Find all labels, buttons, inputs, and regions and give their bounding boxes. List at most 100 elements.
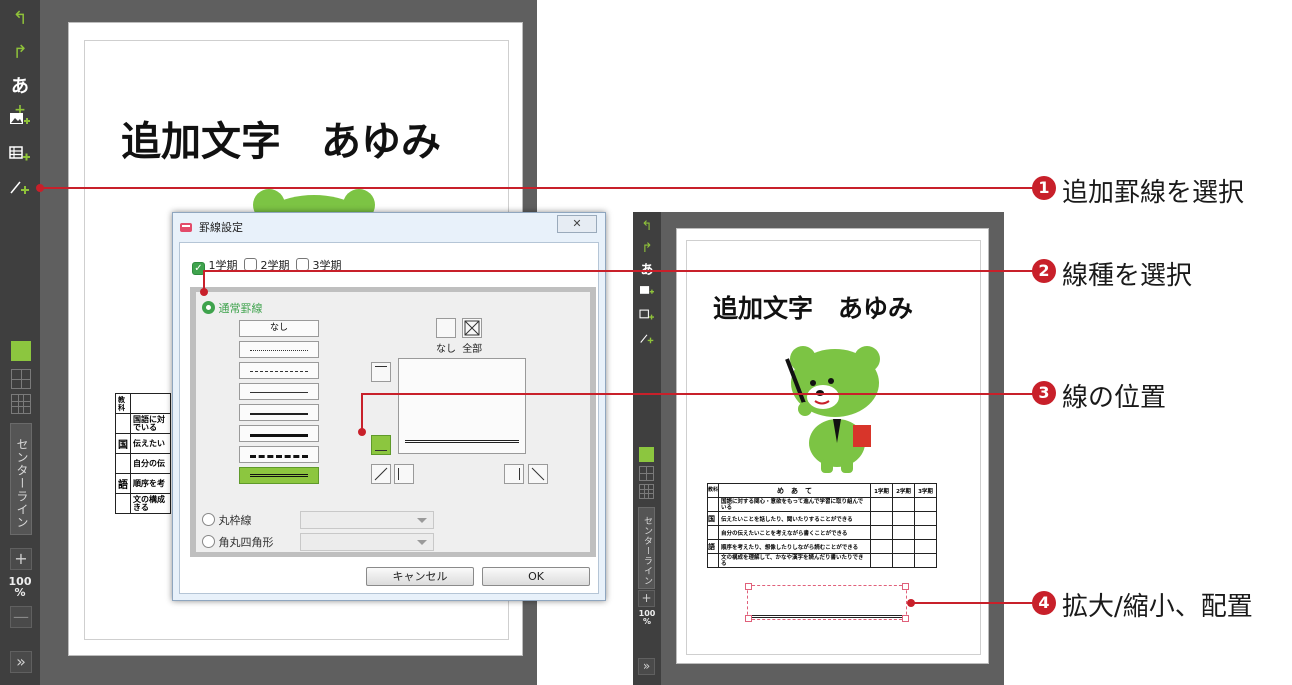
callout-2-number: 2 (1032, 259, 1056, 283)
border-preview (398, 358, 526, 454)
round-frame-label: 丸枠線 (218, 514, 252, 527)
left-toolbar: ↰ ↱ あ+ センターライン + 100% — » (0, 0, 40, 685)
line-type-dashed-button[interactable] (239, 362, 319, 379)
none-label: なし (436, 344, 456, 355)
grid-2-mode[interactable] (11, 369, 31, 389)
grid-2-mode[interactable] (639, 466, 654, 481)
border-bottom-button[interactable] (371, 435, 391, 455)
term-3-header: 3学期 (914, 483, 937, 498)
expand-button[interactable]: » (10, 651, 32, 673)
bear-mascot-image (785, 346, 880, 473)
dialog-title: 罫線設定 (199, 221, 243, 234)
zoom-in-button[interactable]: + (10, 548, 32, 570)
callout-1-label: 追加罫線を選択 (1062, 178, 1245, 208)
subject-char: 国 (707, 511, 719, 526)
border-left-button[interactable] (394, 464, 414, 484)
expand-button[interactable]: » (638, 658, 655, 675)
cancel-button[interactable]: キャンセル (366, 567, 474, 586)
add-table-icon[interactable] (636, 308, 658, 326)
diagonal-down-button[interactable] (528, 464, 548, 484)
line-type-dotted-button[interactable] (239, 341, 319, 358)
subject-char: 国 (115, 433, 131, 454)
callout-4-number: 4 (1032, 591, 1056, 615)
table-row: 文の構成を理解して、かなや漢字を読んだり書いたりできる (718, 553, 871, 568)
subject-header: 教科 (707, 483, 719, 498)
added-line-selection[interactable] (745, 583, 909, 622)
table-row: 自分の伝 (130, 453, 171, 474)
add-line-icon[interactable] (8, 178, 32, 200)
subject-char: 語 (115, 473, 131, 494)
round-frame-radio[interactable] (202, 513, 215, 526)
normal-line-label: 通常罫線 (218, 302, 263, 315)
dialog-body: ✓ 1学期 2学期 3学期 通常罫線 なし なし 全部 丸枠線 角丸四角形 キャ… (179, 242, 599, 594)
all-label: 全部 (462, 344, 483, 355)
diagonal-up-button[interactable] (371, 464, 391, 484)
border-all-button[interactable] (462, 318, 482, 338)
line-type-double-button[interactable] (239, 467, 319, 484)
document-title: 追加文字 あゆみ (121, 119, 441, 165)
callout-3-label: 線の位置 (1062, 383, 1167, 413)
ok-button[interactable]: OK (482, 567, 590, 586)
app-icon (179, 219, 193, 233)
callout-2-label: 線種を選択 (1062, 261, 1193, 291)
term-2-header: 2学期 (892, 483, 915, 498)
grid-3-mode[interactable] (639, 484, 654, 499)
undo-icon[interactable]: ↰ (8, 8, 32, 30)
document-title: 追加文字 あゆみ (713, 294, 914, 323)
table-row: 伝えたい (130, 433, 171, 454)
callout-1-line (40, 187, 1040, 189)
table-row: 国語に対する関心・意欲をもって進んで学習に取り組んでいる (718, 497, 871, 512)
zoom-in-button[interactable]: + (638, 590, 655, 607)
table-row: 順序を考 (130, 473, 171, 494)
right-document-page: 追加文字 あゆみ 教科 め あ て 1学期 2学期 3学期 国語に対する関心・意… (676, 228, 989, 664)
rounded-rect-dropdown[interactable] (300, 533, 434, 551)
close-icon[interactable]: ✕ (557, 215, 597, 233)
redo-icon[interactable]: ↱ (636, 240, 658, 258)
evaluation-table: 教科 国語に対 でいる 国伝えたい 自分の伝 語順序を考 文の構成 きる (115, 393, 171, 514)
rounded-rect-radio[interactable] (202, 535, 215, 548)
line-type-medium-button[interactable] (239, 404, 319, 421)
zoom-out-button[interactable]: — (10, 606, 32, 628)
border-top-button[interactable] (371, 362, 391, 382)
grid-3-mode[interactable] (11, 394, 31, 414)
evaluation-table: 教科 め あ て 1学期 2学期 3学期 国語に対する関心・意欲をもって進んで学… (707, 483, 937, 568)
border-none-button[interactable] (436, 318, 456, 338)
rounded-rect-label: 角丸四角形 (218, 536, 274, 549)
line-type-thick-button[interactable] (239, 425, 319, 442)
redo-icon[interactable]: ↱ (8, 42, 32, 64)
add-image-icon[interactable] (636, 284, 658, 302)
rounded-rect-option[interactable]: 角丸四角形 (202, 534, 274, 550)
line-type-thin-button[interactable] (239, 383, 319, 400)
callout-3-line (361, 393, 1038, 395)
center-line-button[interactable]: センターライン (638, 507, 655, 589)
right-toolbar: ↰ ↱ あ センターライン + 100% » (633, 212, 661, 685)
normal-line-radio[interactable] (202, 301, 215, 314)
table-row: 順序を考えたり、想像したりしながら読むことができる (718, 539, 871, 554)
undo-icon[interactable]: ↰ (636, 218, 658, 236)
add-image-icon[interactable] (8, 110, 32, 132)
table-row: 国語に対 でいる (130, 413, 171, 434)
add-text-icon[interactable]: あ+ (8, 76, 32, 118)
line-settings-group: 通常罫線 なし なし 全部 丸枠線 角丸四角形 (190, 287, 596, 557)
single-frame-mode[interactable] (639, 447, 654, 462)
round-frame-option[interactable]: 丸枠線 (202, 512, 252, 528)
single-frame-mode[interactable] (11, 341, 31, 361)
line-type-none-button[interactable]: なし (239, 320, 319, 337)
border-none-all-labels: なし 全部 (436, 340, 482, 355)
table-row: 伝えたいことを話したり、聞いたりすることができる (718, 511, 871, 526)
table-row: 自分の伝えたいことを考えながら書くことができる (718, 525, 871, 540)
callout-1-number: 1 (1032, 176, 1056, 200)
border-right-button[interactable] (504, 464, 524, 484)
callout-4-line (911, 602, 1036, 604)
goal-header: め あ て (718, 483, 871, 498)
add-table-icon[interactable] (8, 144, 32, 166)
round-frame-dropdown[interactable] (300, 511, 434, 529)
line-type-thick-dashed-button[interactable] (239, 446, 319, 463)
callout-4-label: 拡大/縮小、配置 (1062, 592, 1253, 622)
table-row: 文の構成 きる (130, 493, 171, 514)
center-line-button[interactable]: センターライン (10, 423, 32, 535)
normal-line-option[interactable]: 通常罫線 (202, 300, 263, 316)
term-1-header: 1学期 (870, 483, 893, 498)
add-line-icon[interactable] (636, 332, 658, 350)
subject-char: 語 (707, 539, 719, 554)
